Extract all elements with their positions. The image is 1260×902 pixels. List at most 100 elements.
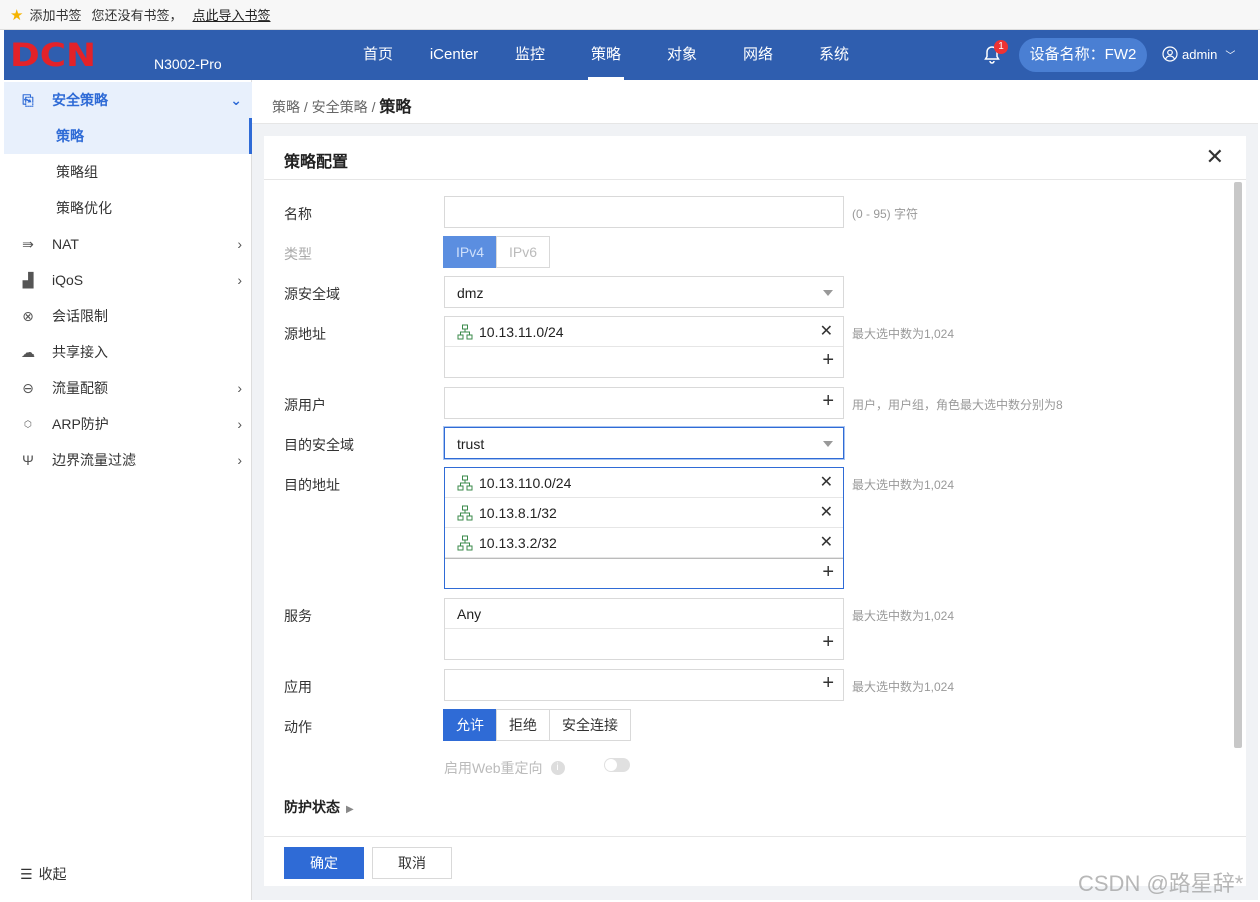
- nav-object[interactable]: 对象: [644, 30, 720, 80]
- add-row: +: [445, 558, 843, 588]
- no-bookmark-text: 您还没有书签，: [91, 8, 183, 23]
- nav-system[interactable]: 系统: [796, 30, 872, 80]
- dst-zone-label: 目的安全域: [284, 437, 354, 453]
- caret-down-icon: [823, 290, 833, 296]
- add-row: +: [445, 388, 843, 418]
- sidebar-item-label: 策略: [56, 128, 84, 144]
- remove-icon[interactable]: ✕: [820, 532, 833, 552]
- address-value: 10.13.3.2/32: [479, 535, 557, 551]
- sidebar-item-policy[interactable]: 策略: [4, 118, 252, 154]
- bookmark-bar: ★ 添加书签 您还没有书签， 点此导入书签: [0, 0, 1260, 30]
- remove-icon[interactable]: ✕: [820, 472, 833, 492]
- sidebar-item-shared-access[interactable]: ☁ 共享接入: [4, 334, 252, 370]
- src-zone-select[interactable]: dmz: [444, 276, 844, 308]
- name-label: 名称: [284, 206, 312, 222]
- src-user-label: 源用户: [284, 397, 326, 413]
- sidebar-item-iqos[interactable]: ▟ iQoS ›: [4, 262, 252, 298]
- breadcrumb-policy[interactable]: 策略: [272, 99, 300, 115]
- chevron-right-icon: ›: [237, 416, 242, 432]
- nav-network[interactable]: 网络: [720, 30, 796, 80]
- nav-home[interactable]: 首页: [340, 30, 416, 80]
- action-secure-connect[interactable]: 安全连接: [549, 709, 631, 741]
- sidebar-item-security-policy[interactable]: ⎘ 安全策略 ⌄: [4, 82, 252, 118]
- plus-icon[interactable]: +: [822, 349, 834, 372]
- scrollbar[interactable]: [1234, 182, 1242, 748]
- add-bookmark-label[interactable]: 添加书签: [29, 5, 81, 24]
- chevron-right-icon: ›: [237, 452, 242, 468]
- quota-icon: ⊖: [22, 380, 34, 396]
- type-label: 类型: [284, 246, 312, 262]
- sidebar-item-label: iQoS: [52, 272, 84, 288]
- sidebar-item-traffic-quota[interactable]: ⊖ 流量配额 ›: [4, 370, 252, 406]
- address-value: 10.13.110.0/24: [479, 475, 572, 491]
- src-user-list: +: [444, 387, 844, 419]
- dst-zone-select[interactable]: trust: [444, 427, 844, 459]
- plus-icon[interactable]: +: [822, 561, 834, 584]
- sidebar-item-policy-group[interactable]: 策略组: [4, 154, 252, 190]
- plus-icon[interactable]: +: [822, 631, 834, 654]
- notification-badge: 1: [994, 40, 1008, 54]
- sidebar: ⎘ 安全策略 ⌄ 策略 策略组 策略优化 ⇛ NAT › ▟ iQoS › ⊗ …: [4, 80, 252, 900]
- dst-addr-hint: 最大选中数为1,024: [852, 478, 955, 492]
- plus-icon[interactable]: +: [822, 672, 834, 695]
- service-label: 服务: [284, 608, 312, 624]
- chevron-down-icon: ⌄: [230, 92, 242, 108]
- sidebar-item-border-filter[interactable]: Ψ 边界流量过滤 ›: [4, 442, 252, 478]
- nav-icenter[interactable]: iCenter: [416, 30, 492, 80]
- name-input[interactable]: [444, 196, 844, 228]
- chevron-right-icon: ›: [237, 236, 242, 252]
- sidebar-item-label: ARP防护: [52, 416, 109, 432]
- action-toggle: 允许 拒绝 安全连接: [443, 709, 631, 741]
- action-deny[interactable]: 拒绝: [496, 709, 550, 741]
- dst-addr-list: 10.13.110.0/24 ✕ 10.13.8.1/32 ✕ 10.13.3.…: [444, 467, 844, 589]
- remove-icon[interactable]: ✕: [820, 321, 833, 341]
- network-icon: [457, 324, 473, 340]
- add-row: +: [445, 670, 843, 700]
- add-row: +: [445, 347, 843, 377]
- session-icon: ⊗: [22, 308, 34, 324]
- app-hint: 最大选中数为1,024: [852, 680, 955, 694]
- plus-icon[interactable]: +: [822, 390, 834, 413]
- sidebar-item-label: 流量配额: [52, 380, 108, 396]
- device-name-pill[interactable]: 设备名称：FW2: [1019, 38, 1147, 72]
- nav-monitor[interactable]: 监控: [492, 30, 568, 80]
- breadcrumb-current: 策略: [379, 99, 412, 116]
- cloud-icon: ☁: [21, 344, 35, 360]
- import-bookmarks-link[interactable]: 点此导入书签: [192, 5, 270, 24]
- service-value: Any: [457, 606, 482, 622]
- network-icon: [457, 535, 473, 551]
- sidebar-item-policy-optimize[interactable]: 策略优化: [4, 190, 252, 226]
- ok-button[interactable]: 确定: [284, 847, 364, 879]
- breadcrumb-security-policy[interactable]: 安全策略: [312, 99, 368, 115]
- action-allow[interactable]: 允许: [443, 709, 497, 741]
- service-hint: 最大选中数为1,024: [852, 609, 955, 623]
- nat-icon: ⇛: [22, 236, 34, 252]
- breadcrumb-bar: 策略 / 安全策略 / 策略: [252, 80, 1258, 124]
- sidebar-item-session-limit[interactable]: ⊗ 会话限制: [4, 298, 252, 334]
- sidebar-item-nat[interactable]: ⇛ NAT ›: [4, 226, 252, 262]
- name-hint: (0 - 95) 字符: [852, 207, 919, 221]
- dst-zone-value: trust: [457, 436, 485, 452]
- protection-label: 防护状态: [284, 799, 340, 815]
- list-item: 10.13.3.2/32 ✕: [445, 528, 843, 558]
- remove-icon[interactable]: ✕: [820, 502, 833, 522]
- close-icon[interactable]: ✕: [1206, 144, 1224, 170]
- collapse-label: 收起: [38, 866, 67, 882]
- user-menu[interactable]: admin ﹀: [1162, 46, 1235, 62]
- sidebar-item-label: 策略优化: [56, 200, 112, 216]
- service-list: Any +: [444, 598, 844, 660]
- cancel-button[interactable]: 取消: [372, 847, 452, 879]
- star-icon[interactable]: ★: [10, 6, 23, 24]
- web-redirect-toggle[interactable]: [604, 758, 630, 772]
- src-addr-hint: 最大选中数为1,024: [852, 327, 955, 341]
- breadcrumb-separator: /: [371, 99, 376, 115]
- type-ipv6: IPv6: [496, 236, 551, 268]
- chevron-right-icon: ›: [237, 272, 242, 288]
- protection-status-toggle[interactable]: 防护状态 ▶: [284, 797, 354, 817]
- app-label: 应用: [284, 679, 312, 695]
- top-header: DCN N3002-Pro 首页 iCenter 监控 策略 对象 网络 系统 …: [4, 30, 1258, 80]
- nav-policy[interactable]: 策略: [568, 30, 644, 80]
- sidebar-item-arp[interactable]: ⬡ ARP防护 ›: [4, 406, 252, 442]
- collapse-sidebar-button[interactable]: ☰ 收起: [20, 864, 67, 884]
- src-addr-label: 源地址: [284, 326, 326, 342]
